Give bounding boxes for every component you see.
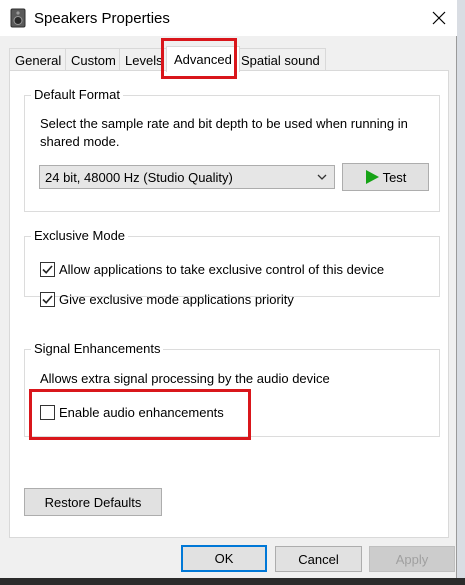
tab-advanced[interactable]: Advanced	[166, 46, 240, 72]
exclusive-mode-title: Exclusive Mode	[31, 228, 129, 243]
default-format-group: Default Format Select the sample rate an…	[24, 87, 440, 212]
apply-button[interactable]: Apply	[369, 546, 455, 572]
close-icon	[432, 11, 445, 25]
signal-enhancements-title: Signal Enhancements	[31, 341, 164, 356]
advanced-tab-panel: Default Format Select the sample rate an…	[9, 70, 449, 538]
tab-spatial-sound[interactable]: Spatial sound	[235, 48, 326, 71]
ok-button[interactable]: OK	[181, 545, 267, 572]
signal-enhancements-group: Signal Enhancements Allows extra signal …	[24, 341, 440, 437]
play-icon	[365, 170, 379, 184]
allow-exclusive-control-option[interactable]: Allow applications to take exclusive con…	[40, 262, 384, 277]
checkmark-icon	[42, 265, 53, 274]
tab-levels[interactable]: Levels	[119, 48, 169, 71]
taskbar-edge	[0, 578, 465, 585]
format-dropdown[interactable]: 24 bit, 48000 Hz (Studio Quality)	[39, 165, 335, 189]
default-format-title: Default Format	[31, 87, 123, 102]
allow-exclusive-control-label: Allow applications to take exclusive con…	[59, 262, 385, 277]
speaker-icon	[10, 8, 26, 28]
chevron-down-icon	[317, 174, 327, 180]
enable-audio-enhancements-option[interactable]: Enable audio enhancements	[40, 405, 224, 420]
signal-enhancements-description: Allows extra signal processing by the au…	[40, 371, 330, 386]
tab-custom[interactable]: Custom	[65, 48, 122, 71]
tab-general[interactable]: General	[9, 48, 68, 71]
exclusive-mode-group: Exclusive Mode Allow applications to tak…	[24, 228, 440, 307]
exclusive-priority-option[interactable]: Give exclusive mode applications priorit…	[40, 292, 294, 307]
checkmark-icon	[42, 295, 53, 304]
speakers-properties-dialog: Speakers Properties General Custom Level…	[0, 0, 457, 578]
default-format-description: Select the sample rate and bit depth to …	[40, 116, 408, 149]
enable-audio-enhancements-checkbox[interactable]	[40, 405, 55, 420]
test-button-label: Test	[382, 169, 407, 185]
exclusive-priority-label: Give exclusive mode applications priorit…	[59, 292, 294, 307]
close-button[interactable]	[420, 0, 457, 36]
format-dropdown-value: 24 bit, 48000 Hz (Studio Quality)	[45, 169, 233, 185]
allow-exclusive-control-checkbox[interactable]	[40, 262, 55, 277]
enable-audio-enhancements-label: Enable audio enhancements	[59, 405, 224, 420]
restore-defaults-button[interactable]: Restore Defaults	[24, 488, 162, 516]
test-button[interactable]: Test	[342, 163, 429, 191]
cancel-button[interactable]: Cancel	[275, 546, 362, 572]
background-window-edge	[456, 0, 465, 585]
window-title: Speakers Properties	[34, 10, 170, 27]
exclusive-priority-checkbox[interactable]	[40, 292, 55, 307]
title-bar: Speakers Properties	[0, 0, 457, 36]
